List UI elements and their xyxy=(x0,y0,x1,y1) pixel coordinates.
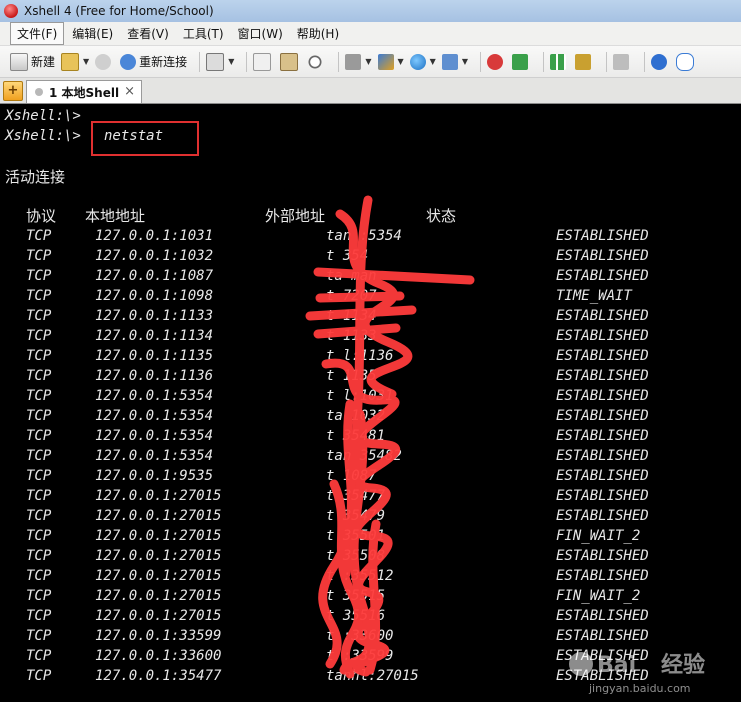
tab-label: 1 本地Shell xyxy=(49,85,120,100)
chevron-down-icon: ▼ xyxy=(83,57,90,66)
baidu-paw-icon xyxy=(569,652,593,676)
lock-button[interactable] xyxy=(574,53,594,70)
properties-icon xyxy=(206,52,225,71)
toolbar-divider xyxy=(338,51,340,72)
find-button[interactable] xyxy=(307,53,326,70)
watermark-brand: Bai xyxy=(597,653,636,678)
reconnect-label: 重新连接 xyxy=(139,55,188,69)
close-icon[interactable]: × xyxy=(124,84,135,99)
menu-tools[interactable]: 工具(T) xyxy=(177,23,230,44)
terminal-area[interactable]: Xshell:\> Xshell:\> netstat 活动连接 协议 本地地址… xyxy=(0,104,741,702)
paste-button[interactable] xyxy=(280,52,301,71)
help-button[interactable] xyxy=(650,53,670,70)
xftp-button[interactable] xyxy=(486,53,506,70)
toolbar-divider xyxy=(479,51,481,72)
layout-icon xyxy=(549,53,566,70)
font-icon xyxy=(441,53,458,70)
disconnect-button[interactable] xyxy=(95,53,114,70)
menu-edit[interactable]: 编辑(E) xyxy=(66,23,119,44)
window-title: Xshell 4 (Free for Home/School) xyxy=(24,4,214,18)
keyboard-button[interactable] xyxy=(612,53,632,70)
reconnect-icon xyxy=(120,53,137,70)
open-folder-button[interactable]: ▼ xyxy=(61,52,90,71)
menu-file[interactable]: 文件(F) xyxy=(10,22,65,45)
script-button[interactable] xyxy=(511,53,531,70)
chat-button[interactable] xyxy=(675,52,697,71)
tab-strip: + 1 本地Shell × xyxy=(0,78,741,105)
font-button[interactable]: ▼ xyxy=(441,53,468,70)
folder-icon xyxy=(61,52,80,71)
baidu-jingyan-watermark: Bai 经验 jingyan.baidu.com xyxy=(569,652,705,695)
tab-status-dot-icon xyxy=(35,88,43,96)
add-tab-button[interactable]: + xyxy=(3,81,23,101)
watermark-brand-cn: 经验 xyxy=(661,652,705,678)
title-bar: Xshell 4 (Free for Home/School) xyxy=(0,0,741,22)
redaction-scribble xyxy=(305,195,475,679)
menu-bar: 文件(F) 编辑(E) 查看(V) 工具(T) 窗口(W) 帮助(H) xyxy=(0,22,741,46)
xftp-icon xyxy=(486,53,503,70)
transfer-button[interactable]: ▼ xyxy=(377,53,404,70)
properties-button[interactable]: ▼ xyxy=(206,52,235,71)
copy-icon xyxy=(253,52,272,71)
search-icon xyxy=(307,53,324,70)
menu-window[interactable]: 窗口(W) xyxy=(232,23,289,44)
new-session-label: 新建 xyxy=(31,55,56,69)
tab-local-shell[interactable]: 1 本地Shell × xyxy=(26,80,142,103)
printer-icon xyxy=(345,53,362,70)
transfer-icon xyxy=(377,53,394,70)
new-session-button[interactable]: 新建 xyxy=(10,52,56,71)
new-session-icon xyxy=(10,52,28,71)
copy-button[interactable] xyxy=(253,52,274,71)
chevron-down-icon: ▼ xyxy=(228,57,235,66)
menu-view[interactable]: 查看(V) xyxy=(121,23,175,44)
watermark-url: jingyan.baidu.com xyxy=(588,682,691,695)
layout-button[interactable] xyxy=(549,53,569,70)
toolbar: 新建 ▼ 重新连接 ▼ ▼ ▼ ▼ ▼ xyxy=(0,46,741,78)
print-button[interactable]: ▼ xyxy=(345,53,372,70)
chevron-down-icon: ▼ xyxy=(365,57,372,66)
keyboard-icon xyxy=(612,53,629,70)
xshell-app-icon xyxy=(4,4,18,18)
chat-bubble-icon xyxy=(675,52,694,71)
toolbar-divider xyxy=(643,51,645,72)
toolbar-divider xyxy=(199,51,201,72)
globe-icon xyxy=(409,53,426,70)
lock-icon xyxy=(574,53,591,70)
toolbar-divider xyxy=(605,51,607,72)
toolbar-divider xyxy=(246,51,248,72)
paste-icon xyxy=(280,52,299,71)
help-icon xyxy=(650,53,667,70)
chevron-down-icon: ▼ xyxy=(429,57,436,66)
link-icon xyxy=(95,53,112,70)
reconnect-button[interactable]: 重新连接 xyxy=(120,53,187,70)
globe-button[interactable]: ▼ xyxy=(409,53,436,70)
chevron-down-icon: ▼ xyxy=(397,57,404,66)
chevron-down-icon: ▼ xyxy=(461,57,468,66)
toolbar-divider xyxy=(542,51,544,72)
script-icon xyxy=(511,53,528,70)
menu-help[interactable]: 帮助(H) xyxy=(291,23,345,44)
